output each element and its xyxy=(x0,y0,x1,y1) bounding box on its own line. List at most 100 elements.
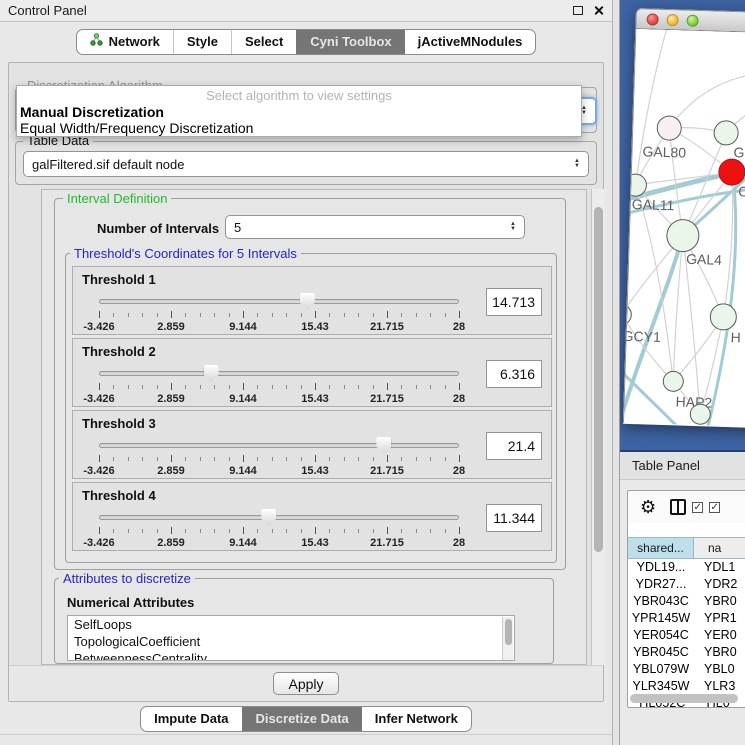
tab-label: Cyni Toolbox xyxy=(310,30,391,54)
network-node[interactable] xyxy=(714,121,739,146)
slider-thumb[interactable] xyxy=(204,365,219,382)
network-node[interactable] xyxy=(718,159,745,186)
tab-network[interactable]: Network xyxy=(77,30,173,54)
threshold-value-box[interactable]: 11.344 xyxy=(486,504,542,532)
network-node[interactable] xyxy=(666,219,699,252)
network-canvas[interactable]: GAL80GCGAL11GAL4GCY1HHAP2 xyxy=(623,29,745,429)
cell-name[interactable]: YLR3 xyxy=(694,678,745,695)
cell-name[interactable]: YBL0 xyxy=(694,661,745,678)
tab-cyni-toolbox[interactable]: Cyni Toolbox xyxy=(296,30,404,54)
threshold-value-box[interactable]: 21.4 xyxy=(486,432,542,460)
attribute-list-item[interactable]: TopologicalCoefficient xyxy=(68,633,514,650)
threshold-value-box[interactable]: 14.713 xyxy=(486,288,542,316)
threshold-panel: Threshold 1 -3.4262.8599.14415.4321.7152… xyxy=(72,266,552,335)
cell-shared-name[interactable]: YBR045C xyxy=(628,644,694,661)
numerical-attributes-label: Numerical Attributes xyxy=(67,595,194,610)
table-row[interactable]: YBL079WYBL0 xyxy=(628,661,745,678)
threshold-value-box[interactable]: 6.316 xyxy=(486,360,542,388)
slider-thumb[interactable] xyxy=(376,437,391,454)
network-node[interactable] xyxy=(663,371,684,392)
cell-shared-name[interactable]: YER054C xyxy=(628,627,694,644)
numerical-attributes-list[interactable]: SelfLoopsTopologicalCoefficientBetweenne… xyxy=(67,615,515,661)
close-icon[interactable] xyxy=(593,5,604,16)
cell-shared-name[interactable]: YBL079W xyxy=(628,661,694,678)
apply-button[interactable]: Apply xyxy=(273,672,339,695)
cell-name[interactable]: YPR1 xyxy=(694,610,745,627)
table-row[interactable]: YER054CYER0 xyxy=(628,627,745,644)
number-of-intervals-combo[interactable]: 5 ▲▼ xyxy=(225,215,525,239)
table-rows: YDL19...YDL1YDR27...YDR2YBR043CYBR0YPR14… xyxy=(628,559,745,708)
algorithm-option-manual[interactable]: Manual Discretization xyxy=(17,104,581,120)
attributes-title: Attributes to discretize xyxy=(59,572,195,586)
slider-track[interactable] xyxy=(99,371,459,376)
cell-shared-name[interactable]: YDL19... xyxy=(628,559,694,576)
tab-infer-network[interactable]: Infer Network xyxy=(362,707,471,731)
table-row[interactable]: YBR045CYBR0 xyxy=(628,644,745,661)
network-node[interactable] xyxy=(624,174,647,197)
tab-style[interactable]: Style xyxy=(173,30,231,54)
tick-label: 28 xyxy=(453,393,465,405)
tab-label: Network xyxy=(109,30,160,54)
network-graph: GAL80GCGAL11GAL4GCY1HHAP2 xyxy=(624,29,745,428)
slider-thumb[interactable] xyxy=(261,509,276,526)
cell-name[interactable]: YER0 xyxy=(694,627,745,644)
minimize-traffic-light[interactable] xyxy=(666,13,678,25)
table-row[interactable]: YBR043CYBR0 xyxy=(628,593,745,610)
cell-shared-name[interactable]: YDR27... xyxy=(628,576,694,593)
panel-divider[interactable] xyxy=(612,0,620,745)
gear-icon[interactable]: ⚙ xyxy=(640,498,656,516)
table-data-combo[interactable]: galFiltered.sif default node ▲▼ xyxy=(23,151,589,177)
bottom-tab-bar: Impute Data Discretize Data Infer Networ… xyxy=(0,703,612,735)
network-node[interactable] xyxy=(624,304,632,325)
threshold-label: Threshold 4 xyxy=(82,488,156,503)
slider-track[interactable] xyxy=(99,299,459,304)
network-window[interactable]: GAL80GCGAL11GAL4GCY1HHAP2 xyxy=(623,8,745,430)
algorithm-dropdown-popup: Select algorithm to view settings Manual… xyxy=(16,85,582,137)
cell-shared-name[interactable]: YLR345W xyxy=(628,678,694,695)
tick-label: 2.859 xyxy=(157,393,185,405)
slider-track[interactable] xyxy=(99,515,459,520)
tick-label: -3.426 xyxy=(83,393,114,405)
network-node[interactable] xyxy=(657,116,682,141)
network-node[interactable] xyxy=(690,404,711,425)
tab-impute-data[interactable]: Impute Data xyxy=(141,707,241,731)
checkbox-icon[interactable]: ✓ xyxy=(709,502,720,513)
column-header-name[interactable]: na xyxy=(694,538,745,558)
close-traffic-light[interactable] xyxy=(646,13,658,25)
cell-name[interactable]: YBR0 xyxy=(694,644,745,661)
cell-name[interactable]: YBR0 xyxy=(694,593,745,610)
network-node-label: GAL80 xyxy=(642,143,686,160)
scrollbar-thumb[interactable] xyxy=(630,694,738,703)
algorithm-option-equal-width[interactable]: Equal Width/Frequency Discretization xyxy=(17,120,581,136)
tab-discretize-data[interactable]: Discretize Data xyxy=(242,707,362,731)
column-layout-icon[interactable] xyxy=(670,499,686,515)
checkbox-icon[interactable]: ✓ xyxy=(692,502,703,513)
table-row[interactable]: YDR27...YDR2 xyxy=(628,576,745,593)
threshold-slider[interactable]: -3.4262.8599.14415.4321.71528 xyxy=(99,435,459,477)
table-row[interactable]: YLR345WYLR3 xyxy=(628,678,745,695)
float-window-icon[interactable] xyxy=(573,6,583,15)
network-node-label: GCY1 xyxy=(624,328,661,345)
threshold-slider[interactable]: -3.4262.8599.14415.4321.71528 xyxy=(99,291,459,333)
slider-thumb[interactable] xyxy=(300,293,315,310)
network-node[interactable] xyxy=(710,303,737,330)
slider-track[interactable] xyxy=(99,443,459,448)
threshold-slider[interactable]: -3.4262.8599.14415.4321.71528 xyxy=(99,507,459,549)
cell-name[interactable]: YDR2 xyxy=(694,576,745,593)
column-header-shared-name[interactable]: shared... xyxy=(628,538,694,558)
tick-label: 21.715 xyxy=(370,321,404,333)
table-row[interactable]: YDL19...YDL1 xyxy=(628,559,745,576)
cell-name[interactable]: YDL1 xyxy=(694,559,745,576)
scrollbar-thumb[interactable] xyxy=(594,207,603,552)
tab-select[interactable]: Select xyxy=(231,30,296,54)
zoom-traffic-light[interactable] xyxy=(686,14,698,26)
cell-shared-name[interactable]: YBR043C xyxy=(628,593,694,610)
tab-jactivemnodules[interactable]: jActiveMNodules xyxy=(405,30,536,54)
table-row[interactable]: YPR145WYPR1 xyxy=(628,610,745,627)
attribute-list-item[interactable]: BetweennessCentrality xyxy=(68,650,514,661)
scrollbar-thumb[interactable] xyxy=(505,619,512,645)
cell-shared-name[interactable]: YPR145W xyxy=(628,610,694,627)
settings-scrollbar xyxy=(591,189,605,665)
threshold-slider[interactable]: -3.4262.8599.14415.4321.71528 xyxy=(99,363,459,405)
attribute-list-item[interactable]: SelfLoops xyxy=(68,616,514,633)
